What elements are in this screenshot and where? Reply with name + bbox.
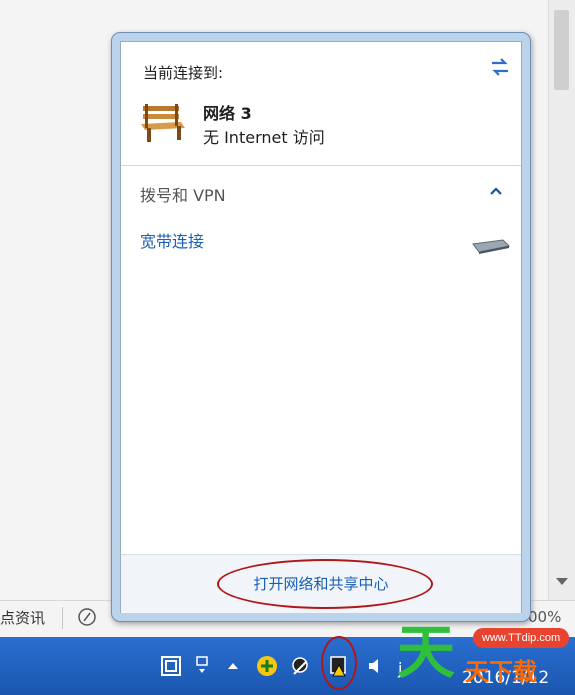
network-flyout: 当前连接到: 网络 3 无 Internet 访问 拨号和 VPN 宽带连接 打… [111, 32, 531, 622]
annotation-circle-tray [321, 636, 357, 690]
modem-icon [472, 239, 511, 254]
satellite-dish-icon[interactable] [290, 655, 312, 677]
network-status: 无 Internet 访问 [203, 128, 325, 147]
status-divider [62, 607, 63, 629]
public-network-bench-icon [141, 104, 185, 142]
reload-icon[interactable] [76, 606, 98, 628]
broadband-connection-item[interactable]: 宽带连接 [140, 228, 204, 252]
security-shield-plus-icon[interactable] [256, 655, 278, 677]
watermark-domain: www.TTdip.com [473, 628, 569, 648]
network-flyout-content: 当前连接到: 网络 3 无 Internet 访问 拨号和 VPN 宽带连接 打… [120, 41, 522, 613]
volume-icon[interactable] [366, 655, 388, 677]
network-name: 网络 3 [203, 104, 252, 123]
input-method-icon[interactable] [160, 655, 182, 677]
scrollbar-thumb[interactable] [554, 10, 569, 90]
connected-to-title: 当前连接到: [143, 64, 224, 82]
show-hidden-icons-chevron-icon[interactable] [222, 655, 244, 677]
flyout-footer: 打开网络和共享中心 [121, 554, 521, 613]
vertical-scrollbar[interactable] [548, 0, 575, 600]
scroll-down-arrow-icon[interactable] [556, 578, 568, 585]
chevron-up-icon[interactable] [489, 186, 503, 196]
current-connection-section: 当前连接到: 网络 3 无 Internet 访问 [121, 42, 521, 166]
language-bar-icon[interactable] [193, 655, 215, 677]
news-label[interactable]: 点资讯 [0, 607, 45, 628]
watermark-logo-char: 天 [397, 618, 456, 686]
dialup-vpn-section-header[interactable]: 拨号和 VPN [140, 182, 226, 206]
watermark-text: 天下载 [465, 658, 537, 686]
annotation-ellipse-footer [217, 559, 433, 609]
site-watermark: 天 www.TTdip.com 天下载 [395, 618, 575, 695]
refresh-connections-icon[interactable] [487, 56, 513, 78]
